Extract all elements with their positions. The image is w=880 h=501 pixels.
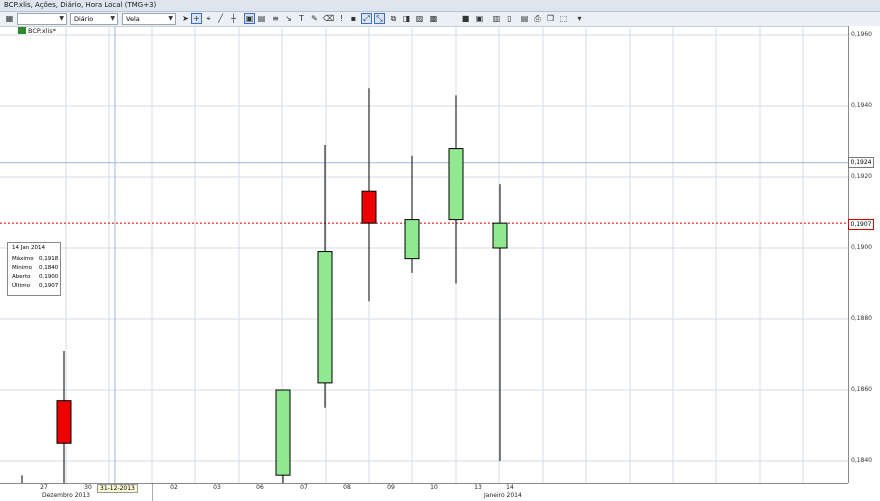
info-date: 14 Jan 2014 (12, 245, 45, 251)
price-label-1920: 0,1920 (851, 173, 872, 180)
hline-icon[interactable]: ┼ (228, 13, 239, 24)
day-label-13: 13 (474, 484, 482, 491)
more-icon[interactable]: ▾ (574, 13, 585, 24)
print-icon[interactable]: ⎙ (532, 13, 543, 24)
price-label-1900: 0,1900 (851, 244, 872, 251)
window-titlebar: BCP.xlis, Ações, Diário, Hora Local (TMG… (0, 0, 880, 12)
month-label-dec: Dezembro 2013 (42, 492, 90, 499)
day-label-07: 07 (300, 484, 308, 491)
magnet-icon[interactable]: ▪ (348, 13, 359, 24)
copy-icon[interactable]: ❐ (545, 13, 556, 24)
pencil-icon[interactable]: ✎ (309, 13, 320, 24)
zoom-in-icon[interactable]: ⤢ (361, 13, 372, 24)
line-icon[interactable]: ╱ (215, 13, 226, 24)
period-select[interactable]: Diário ▼ (70, 13, 118, 25)
panel-icon[interactable]: ▥ (491, 13, 502, 24)
candle-body[interactable] (56, 400, 72, 444)
arrow-down-icon[interactable]: ↘ (283, 13, 294, 24)
time-axis: 27 30 31-12-2013 02 03 06 07 08 09 10 13… (0, 483, 848, 501)
erase-icon[interactable]: ⌫ (322, 13, 334, 24)
candle-body[interactable] (448, 148, 464, 221)
square2-icon[interactable]: ▣ (474, 13, 485, 24)
day-label-10: 10 (430, 484, 438, 491)
grid-icon[interactable]: ▤ (256, 13, 267, 24)
square-icon[interactable]: ■ (460, 13, 471, 24)
window-icon[interactable]: ▣ (244, 13, 255, 24)
zoom-out-icon[interactable]: ⤡ (374, 13, 385, 24)
info-label-open: Aberto (12, 274, 31, 280)
save-icon[interactable]: ▤ (519, 13, 530, 24)
month-label-jan: Janeiro 2014 (484, 492, 522, 499)
layers-icon[interactable]: ⧉ (388, 13, 399, 24)
candle-body[interactable] (275, 389, 291, 476)
chart-area[interactable] (0, 26, 849, 483)
month-separator (152, 484, 153, 501)
day-label-06: 06 (256, 484, 264, 491)
crosshair-date-flag: 31-12-2013 (97, 484, 138, 493)
day-label-03: 03 (213, 484, 221, 491)
price-label-1940: 0,1940 (851, 102, 872, 109)
candle-body[interactable] (317, 251, 333, 384)
window-title: BCP.xlis, Ações, Diário, Hora Local (TMG… (4, 1, 157, 9)
day-label-30: 30 (84, 484, 92, 491)
info-value-min: 0,1840 (39, 265, 59, 271)
main-toolbar: ▦ ▼ Diário ▼ Vela ▼ ➤ + ⌖ ╱ ┼ ▣ ▤ ≡ ↘ T ✎ … (0, 12, 880, 27)
info-label-min: Mínimo (12, 265, 33, 271)
candle-body[interactable] (404, 219, 420, 260)
info-label-max: Máximo (12, 256, 34, 262)
candlestick-chart[interactable] (0, 26, 848, 483)
info-value-last: 0,1907 (39, 283, 59, 289)
price-axis: 0,1960 0,1940 0,1920 0,1900 0,1880 0,186… (849, 26, 880, 483)
candle-body[interactable] (492, 222, 508, 249)
export-icon[interactable]: ⬚ (558, 13, 569, 24)
candle-body[interactable] (361, 190, 377, 224)
draw-icon[interactable]: ⌖ (203, 13, 214, 24)
price-label-1840: 0,1840 (851, 457, 872, 464)
day-label-02: 02 (170, 484, 178, 491)
bookmark-icon[interactable]: ◨ (401, 13, 412, 24)
crosshair-icon[interactable]: + (191, 13, 202, 24)
price-label-1880: 0,1880 (851, 315, 872, 322)
symbol-combo[interactable]: ▼ (17, 13, 67, 25)
image-icon[interactable]: ▨ (414, 13, 425, 24)
day-label-27: 27 (40, 484, 48, 491)
current-price-tag: 0,1907 (848, 219, 874, 230)
document-icon[interactable]: ▯ (504, 13, 515, 24)
fib-icon[interactable]: ≡ (270, 13, 281, 24)
info-label-last: Último (12, 283, 30, 289)
info-value-open: 0,1900 (39, 274, 59, 280)
crosshair-price-tag: 0,1924 (848, 157, 874, 168)
price-label-1860: 0,1860 (851, 386, 872, 393)
price-label-1960: 0,1960 (851, 31, 872, 38)
alert-icon[interactable]: ! (336, 13, 347, 24)
info-panel: 14 Jan 2014 Máximo 0,1918 Mínimo 0,1840 … (7, 242, 61, 296)
day-label-08: 08 (343, 484, 351, 491)
text-icon[interactable]: T (296, 13, 307, 24)
compare-icon[interactable]: ▩ (428, 13, 439, 24)
cursor-icon[interactable]: ➤ (180, 13, 191, 24)
day-label-09: 09 (387, 484, 395, 491)
chart-icon[interactable]: ▦ (4, 13, 15, 24)
day-label-14: 14 (506, 484, 514, 491)
info-value-max: 0,1918 (39, 256, 59, 262)
chart-type-select[interactable]: Vela ▼ (122, 13, 176, 25)
